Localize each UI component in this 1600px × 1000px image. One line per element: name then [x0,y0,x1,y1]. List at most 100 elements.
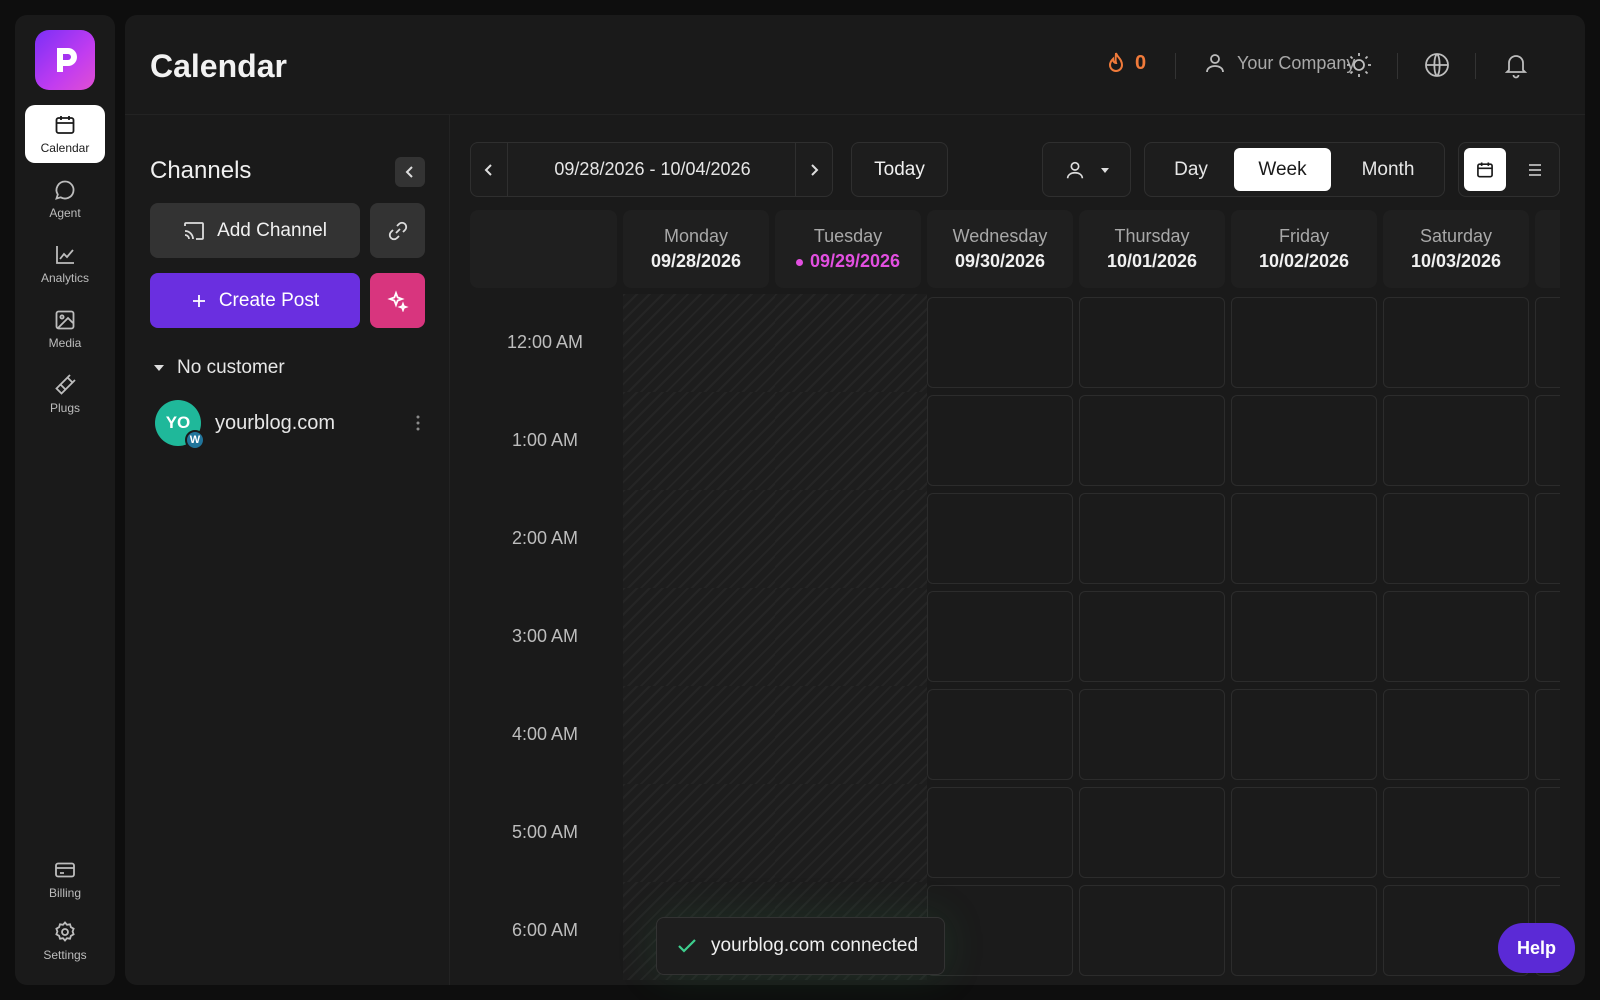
language-button[interactable] [1423,51,1451,79]
time-slot[interactable] [1383,787,1529,878]
time-slot[interactable] [1079,493,1225,584]
app-logo[interactable] [35,30,95,90]
nav-billing[interactable]: Billing [25,850,105,908]
time-slot[interactable] [1535,297,1560,388]
time-slot[interactable] [927,297,1073,388]
time-slot[interactable] [1535,787,1560,878]
time-slot[interactable] [1231,395,1377,486]
day-name: Monday [663,226,729,246]
streak-counter[interactable]: 0 [1105,51,1146,75]
channel-item[interactable]: YO W yourblog.com [155,398,425,450]
line-chart-icon [56,246,74,264]
time-slot[interactable] [1535,591,1560,682]
time-slot[interactable] [1079,787,1225,878]
image-icon [55,310,75,330]
nav-analytics[interactable]: Analytics [25,235,105,293]
nav-media[interactable]: Media [25,300,105,358]
day-name: Friday [1278,226,1329,246]
time-slot[interactable] [1079,297,1225,388]
top-bar: Calendar 0 Your Company [125,15,1585,115]
time-slot[interactable] [927,787,1073,878]
time-slot[interactable] [1079,395,1225,486]
list-icon [1525,163,1541,176]
time-slot[interactable] [927,885,1073,976]
theme-toggle[interactable] [1345,51,1373,79]
time-slot[interactable] [1231,297,1377,388]
view-day-button[interactable]: Day [1153,148,1229,191]
notifications-button[interactable] [1502,51,1530,79]
channel-badge-letter: W [189,434,201,446]
user-icon [1206,54,1224,73]
day-header[interactable]: Monday 09/28/2026 [623,210,769,288]
copy-link-button[interactable] [370,203,425,258]
day-header[interactable]: Saturday 10/03/2026 [1383,210,1529,288]
past-time-slot [775,784,927,882]
time-slot[interactable] [1079,689,1225,780]
time-slot[interactable] [1383,493,1529,584]
day-header[interactable] [1535,210,1560,288]
calendar-mode-button[interactable] [1464,148,1506,191]
grid-corner [470,210,617,288]
view-week-button[interactable]: Week [1234,148,1331,191]
channel-avatar: YO W [155,400,205,450]
date-range-navigator: 09/28/2026 - 10/04/2026 [470,142,833,197]
past-time-slot [775,392,927,490]
time-slot[interactable] [1231,591,1377,682]
help-button[interactable]: Help [1498,923,1575,973]
day-date: 10/01/2026 [1107,251,1197,272]
nav-settings[interactable]: Settings [25,912,105,970]
add-channel-button[interactable]: Add Channel [150,203,360,258]
globe-icon [1425,53,1449,77]
company-switcher[interactable]: Your Company [1203,51,1355,75]
plug-icon [55,374,76,395]
day-header[interactable]: Thursday 10/01/2026 [1079,210,1225,288]
time-slot[interactable] [1535,493,1560,584]
day-header[interactable]: Tuesday 09/29/2026 [775,210,921,288]
time-slot[interactable] [1231,689,1377,780]
nav-agent[interactable]: Agent [25,170,105,228]
time-slot[interactable] [1383,297,1529,388]
create-post-button[interactable]: Create Post [150,273,360,328]
time-slot[interactable] [1383,591,1529,682]
create-post-label: Create Post [218,289,320,311]
time-slot[interactable] [927,689,1073,780]
nav-media-label: Media [48,336,82,350]
past-time-slot [623,392,775,490]
nav-calendar-label: Calendar [40,141,90,155]
time-slot[interactable] [1231,787,1377,878]
time-slot[interactable] [1535,689,1560,780]
nav-plugs[interactable]: Plugs [25,365,105,423]
time-slot[interactable] [1079,885,1225,976]
view-month-button[interactable]: Month [1337,148,1439,191]
time-label: 12:00 AM [506,332,584,352]
sparkle-icon [386,289,409,312]
previous-week-button[interactable] [471,143,508,196]
day-header[interactable]: Wednesday 09/30/2026 [927,210,1073,288]
collapse-channels-button[interactable] [395,157,425,187]
nav-calendar[interactable]: Calendar [25,105,105,163]
time-slot[interactable] [1231,885,1377,976]
day-header[interactable]: Friday 10/02/2026 [1231,210,1377,288]
time-slot[interactable] [927,591,1073,682]
time-label: 4:00 AM [511,724,579,744]
today-button[interactable]: Today [851,142,948,197]
time-slot[interactable] [1535,395,1560,486]
list-mode-button[interactable] [1512,148,1554,191]
time-slot[interactable] [927,395,1073,486]
next-week-button[interactable] [795,143,832,196]
customer-select[interactable] [1042,142,1131,197]
past-time-slot [623,784,775,882]
ai-generate-button[interactable] [370,273,425,328]
day-date-text: 10/03/2026 [1410,251,1502,271]
time-slot[interactable] [1079,591,1225,682]
time-slot[interactable] [1231,493,1377,584]
channel-menu-button[interactable] [415,413,421,438]
customer-group-toggle[interactable]: No customer [153,357,285,379]
view-switcher: Day Week Month [1144,142,1445,197]
time-slot[interactable] [1383,395,1529,486]
time-slot[interactable] [927,493,1073,584]
channel-initials: YO [165,413,191,432]
date-range-label[interactable]: 09/28/2026 - 10/04/2026 [508,143,797,196]
time-slot[interactable] [1383,689,1529,780]
day-date-text: 09/28/2026 [650,251,742,271]
